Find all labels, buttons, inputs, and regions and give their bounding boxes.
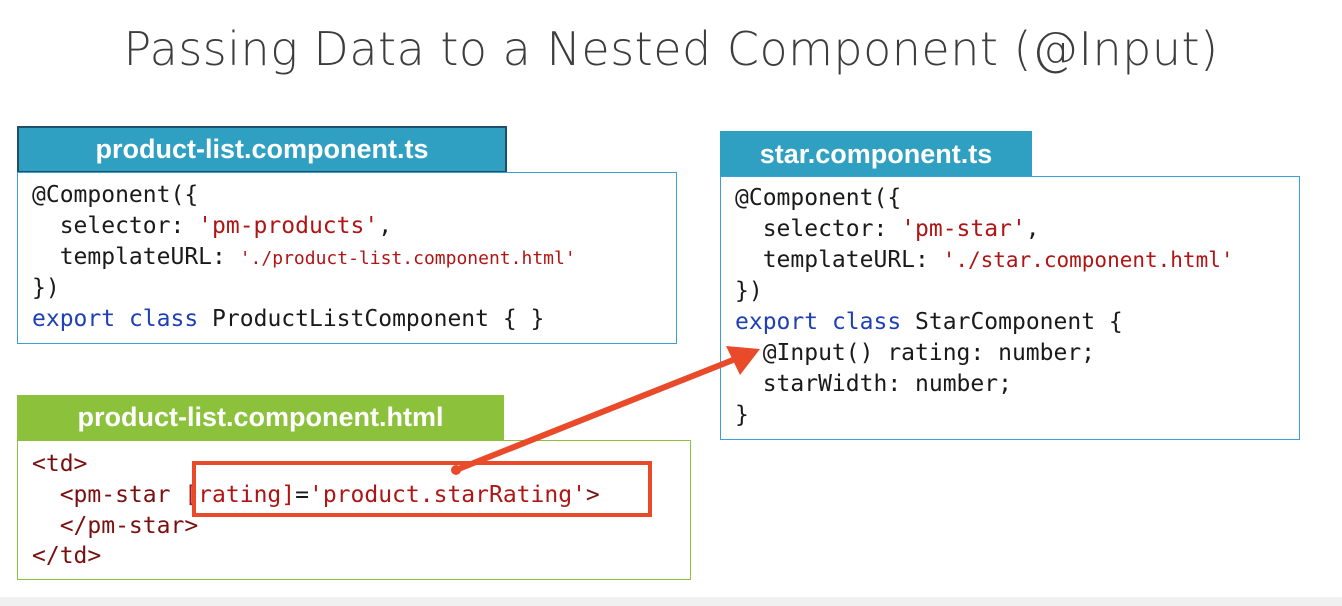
bottom-bar — [0, 597, 1342, 606]
code-line: <td> — [32, 449, 87, 480]
code-line: export class StarComponent { — [735, 307, 1123, 338]
code-string: './star.component.html' — [942, 248, 1234, 272]
product-list-ts-code: @Component({ selector: 'pm-products', te… — [17, 172, 677, 344]
product-list-html-header-label: product-list.component.html — [77, 402, 444, 432]
code-line: templateURL: './star.component.html' — [735, 245, 1234, 276]
code-line: templateURL: './product-list.component.h… — [32, 242, 576, 274]
code-line-input-decorator: @Input() rating: number; — [735, 340, 1096, 366]
binding-highlight-box — [192, 461, 652, 517]
code-line: export class ProductListComponent { } — [32, 304, 544, 335]
code-tag: <pm-star — [32, 482, 185, 508]
product-list-ts-header: product-list.component.ts — [17, 126, 507, 173]
code-string: 'pm-star' — [901, 216, 1026, 242]
slide-title: Passing Data to a Nested Component (@Inp… — [123, 22, 1219, 76]
product-list-html-header: product-list.component.html — [17, 395, 504, 440]
star-ts-header-label: star.component.ts — [759, 138, 993, 169]
code-tag: </td> — [32, 543, 102, 569]
code-keyword: export — [735, 309, 819, 335]
code-line: </pm-star> — [32, 511, 198, 542]
code-key: selector: — [32, 213, 199, 239]
product-list-ts-header-label: product-list.component.ts — [95, 134, 429, 164]
code-line: @Component({ — [735, 185, 902, 211]
star-ts-code: @Component({ selector: 'pm-star', templa… — [720, 176, 1300, 440]
code-punct: , — [1025, 216, 1040, 242]
code-key: templateURL: — [735, 247, 943, 273]
code-tag: </pm-star> — [32, 513, 199, 539]
code-string: 'pm-products' — [198, 213, 379, 239]
code-string: './product-list.component.html' — [239, 248, 576, 269]
code-key: templateURL: — [32, 244, 240, 270]
code-line: }) — [735, 278, 763, 304]
code-punct: , — [378, 213, 393, 239]
code-line: } — [735, 402, 749, 428]
code-line: </td> — [32, 541, 101, 572]
code-line: selector: 'pm-star', — [735, 214, 1040, 245]
code-line: selector: 'pm-products', — [32, 211, 392, 242]
code-class-name: ProductListComponent { } — [198, 306, 545, 332]
code-line: starWidth: number; — [735, 371, 1012, 397]
code-line: }) — [32, 275, 60, 301]
code-class-name: StarComponent { — [901, 309, 1123, 335]
code-tag: <td> — [32, 451, 88, 477]
code-keyword: export — [32, 306, 116, 332]
star-ts-header: star.component.ts — [720, 131, 1032, 177]
code-keyword: class — [831, 309, 902, 335]
code-key: selector: — [735, 216, 902, 242]
code-line: @Component({ — [32, 182, 199, 208]
code-keyword: class — [128, 306, 199, 332]
